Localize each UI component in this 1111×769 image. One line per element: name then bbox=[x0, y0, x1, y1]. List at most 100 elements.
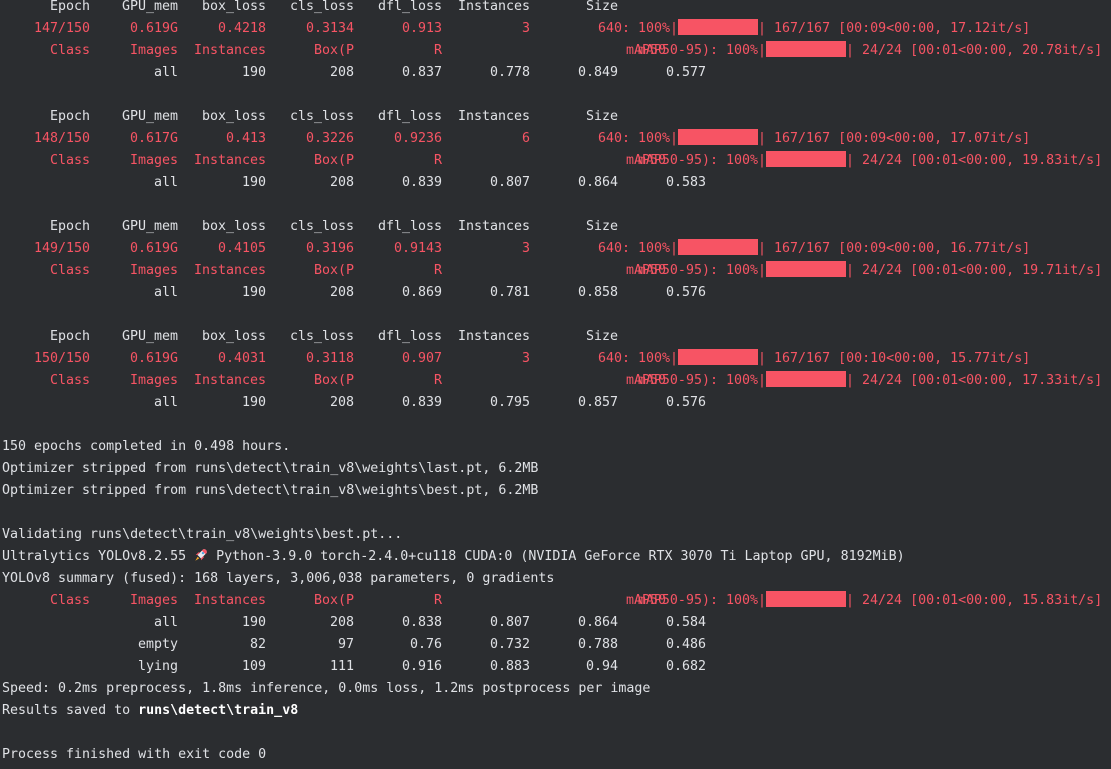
header-cls-loss: cls_loss bbox=[289, 329, 354, 344]
header-instances: Instances bbox=[457, 0, 530, 14]
train-size-percent: 640: 100% bbox=[597, 351, 670, 366]
val-all-value: 0.858 bbox=[577, 285, 618, 300]
val-label: Images bbox=[129, 153, 178, 168]
header-size: Size bbox=[585, 219, 618, 234]
val-all-value: 208 bbox=[329, 285, 354, 300]
val-all-value: 0.778 bbox=[489, 65, 530, 80]
model-summary-line: YOLOv8 summary (fused): 168 layers, 3,00… bbox=[2, 571, 555, 586]
val-label: Class bbox=[49, 43, 90, 58]
val-progress: | | 24/24 [00:01<00:00, 17.33it/s] bbox=[758, 370, 1102, 392]
process-exit-line: Process finished with exit code 0 bbox=[2, 747, 267, 762]
val-all-row: all 190 208 0.839 0.807 0.864 0.583 bbox=[0, 172, 1111, 194]
epoch-header-row: Epoch GPU_mem box_loss cls_loss dfl_loss Inst… bbox=[0, 326, 1111, 348]
val-all-value: 0.795 bbox=[489, 395, 530, 410]
val-label: Box(P bbox=[313, 153, 354, 168]
val-progress: | | 24/24 [00:01<00:00, 19.83it/s] bbox=[758, 150, 1102, 172]
progress-bar-right-edge: | bbox=[846, 263, 863, 278]
val-all-value: 0.576 bbox=[665, 285, 706, 300]
progress-bar-left-edge: | bbox=[758, 263, 767, 278]
val-all-value: all bbox=[153, 285, 178, 300]
val-progress: | | 24/24 [00:01<00:00, 20.78it/s] bbox=[758, 40, 1102, 62]
val-header-row: Class Images Instances Box(P RmAP50 mAP50-95)… bbox=[0, 150, 1111, 172]
header-box-loss: box_loss bbox=[201, 329, 266, 344]
final-class-value: 0.838 bbox=[401, 615, 442, 630]
val-all-value: 208 bbox=[329, 175, 354, 190]
epoch-header-row: Epoch GPU_mem box_loss cls_loss dfl_loss Inst… bbox=[0, 0, 1111, 18]
val-all-value: 0.577 bbox=[665, 65, 706, 80]
speed-line: Speed: 0.2ms preprocess, 1.8ms inference… bbox=[2, 681, 651, 696]
progress-bar-right-edge: | bbox=[846, 373, 863, 388]
val-progress-text: 24/24 [00:01<00:00, 19.71it/s] bbox=[862, 263, 1103, 278]
train-value: 0.617G bbox=[129, 131, 178, 146]
val-progress: | | 24/24 [00:01<00:00, 19.71it/s] bbox=[758, 260, 1102, 282]
val-label: Box(P bbox=[313, 373, 354, 388]
progress-bar-fill bbox=[766, 371, 847, 387]
final-class-value: 0.732 bbox=[489, 637, 530, 652]
train-value: 0.3118 bbox=[305, 351, 354, 366]
train-value: 0.4218 bbox=[217, 21, 266, 36]
header-instances: Instances bbox=[457, 109, 530, 124]
rocket-icon bbox=[194, 548, 208, 562]
val-all-value: 0.839 bbox=[401, 175, 442, 190]
train-value: 148/150 bbox=[33, 131, 90, 146]
val-all-row: all 190 208 0.869 0.781 0.858 0.576 bbox=[0, 282, 1111, 304]
header-dfl-loss: dfl_loss bbox=[377, 329, 442, 344]
val-label-map50-95: mAP50-95): 100% bbox=[637, 593, 758, 608]
header-size: Size bbox=[585, 329, 618, 344]
progress-bar-left-edge: | bbox=[758, 43, 767, 58]
val-progress-text: 24/24 [00:01<00:00, 17.33it/s] bbox=[862, 373, 1103, 388]
train-value: 3 bbox=[521, 241, 530, 256]
header-size: Size bbox=[585, 0, 618, 14]
final-class-value: 0.682 bbox=[665, 659, 706, 674]
progress-bar-right-edge: | bbox=[758, 241, 775, 256]
val-label: Box(P bbox=[313, 593, 354, 608]
val-label: R bbox=[433, 593, 442, 608]
train-value: 0.3196 bbox=[305, 241, 354, 256]
val-all-value: 0.869 bbox=[401, 285, 442, 300]
train-progress: | | 167/167 [00:09<00:00, 17.07it/s] bbox=[670, 128, 1030, 150]
header-epoch: Epoch bbox=[49, 0, 90, 14]
val-label: R bbox=[433, 263, 442, 278]
val-label: Box(P bbox=[313, 263, 354, 278]
val-label: Class bbox=[49, 593, 90, 608]
final-class-value: 97 bbox=[337, 637, 354, 652]
results-saved-path[interactable]: runs\detect\train_v8 bbox=[138, 703, 298, 718]
header-box-loss: box_loss bbox=[201, 219, 266, 234]
progress-bar-right-edge: | bbox=[758, 21, 775, 36]
val-all-value: 0.864 bbox=[577, 175, 618, 190]
val-label-map50-95: mAP50-95): 100% bbox=[637, 153, 758, 168]
progress-bar-left-edge: | bbox=[670, 131, 679, 146]
train-progress-text: 167/167 [00:09<00:00, 16.77it/s] bbox=[774, 241, 1031, 256]
epoch-train-row: 148/150 0.617G 0.413 0.3226 0.9236 6 640: 100%… bbox=[0, 128, 1111, 150]
progress-bar-right-edge: | bbox=[758, 131, 775, 146]
epoch-header-row: Epoch GPU_mem box_loss cls_loss dfl_loss Inst… bbox=[0, 106, 1111, 128]
val-header-row: Class Images Instances Box(P RmAP50 mAP50-95)… bbox=[0, 260, 1111, 282]
epoch-train-row: 150/150 0.619G 0.4031 0.3118 0.907 3 640: 100%… bbox=[0, 348, 1111, 370]
val-all-value: 0.857 bbox=[577, 395, 618, 410]
optimizer-stripped-last-line: Optimizer stripped from runs\detect\trai… bbox=[2, 461, 539, 476]
val-label: R bbox=[433, 43, 442, 58]
train-value: 0.3134 bbox=[305, 21, 354, 36]
train-progress-text: 167/167 [00:09<00:00, 17.12it/s] bbox=[774, 21, 1031, 36]
val-label: Box(P bbox=[313, 43, 354, 58]
header-cls-loss: cls_loss bbox=[289, 109, 354, 124]
final-class-value: 0.486 bbox=[665, 637, 706, 652]
progress-bar-fill bbox=[678, 19, 759, 35]
terminal-output[interactable]: Epoch GPU_mem box_loss cls_loss dfl_loss Inst… bbox=[0, 0, 1111, 769]
train-progress-text: 167/167 [00:10<00:00, 15.77it/s] bbox=[774, 351, 1031, 366]
progress-bar-fill bbox=[678, 349, 759, 365]
final-class-value: 109 bbox=[241, 659, 266, 674]
progress-bar-right-edge: | bbox=[846, 153, 863, 168]
val-all-value: all bbox=[153, 395, 178, 410]
val-all-value: 0.576 bbox=[665, 395, 706, 410]
results-saved-prefix: Results saved to bbox=[2, 703, 139, 718]
header-gpu-mem: GPU_mem bbox=[121, 109, 178, 124]
val-all-value: 0.839 bbox=[401, 395, 442, 410]
final-class-value: 0.807 bbox=[489, 615, 530, 630]
train-value: 149/150 bbox=[33, 241, 90, 256]
final-class-value: 208 bbox=[329, 615, 354, 630]
val-all-value: 0.837 bbox=[401, 65, 442, 80]
progress-bar-fill bbox=[766, 41, 847, 57]
train-value: 3 bbox=[521, 21, 530, 36]
header-instances: Instances bbox=[457, 219, 530, 234]
